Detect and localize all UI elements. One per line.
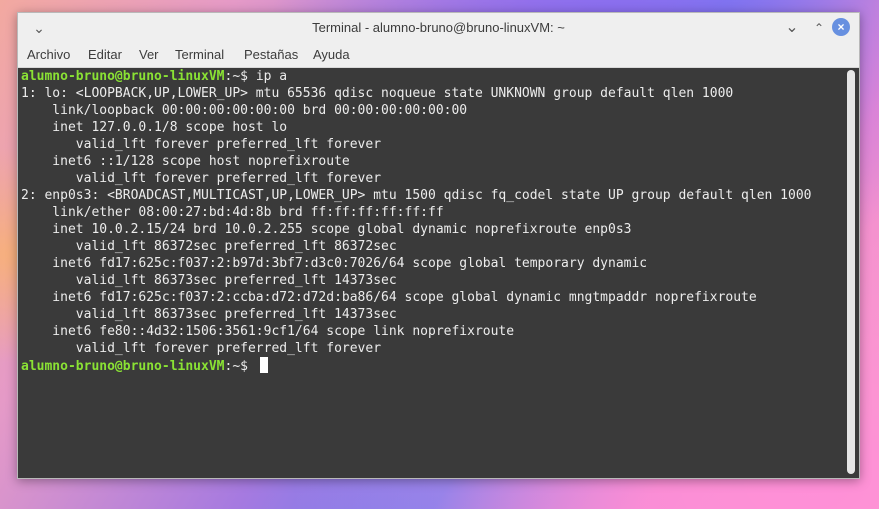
output-line: valid_lft 86373sec preferred_lft 14373se… xyxy=(21,273,397,288)
prompt-user-host: alumno-bruno@bruno-linuxVM xyxy=(21,359,225,374)
scrollbar[interactable] xyxy=(847,70,855,474)
output-line: inet 10.0.2.15/24 brd 10.0.2.255 scope g… xyxy=(21,222,632,237)
menu-bar: Archivo Editar Ver Terminal Pestañas Ayu… xyxy=(18,43,859,68)
output-line: 2: enp0s3: <BROADCAST,MULTICAST,UP,LOWER… xyxy=(21,188,812,203)
output-line: valid_lft forever preferred_lft forever xyxy=(21,171,382,186)
output-line: inet6 ::1/128 scope host noprefixroute xyxy=(21,154,350,169)
prompt-user-host: alumno-bruno@bruno-linuxVM xyxy=(21,69,225,84)
terminal-window: ⌄ Terminal - alumno-bruno@bruno-linuxVM:… xyxy=(17,12,860,479)
prompt-path: :~$ xyxy=(224,359,256,374)
terminal-area[interactable]: alumno-bruno@bruno-linuxVM:~$ ip a 1: lo… xyxy=(18,68,844,478)
command-line: alumno-bruno@bruno-linuxVM:~$ ip a xyxy=(21,68,287,85)
output-line: link/ether 08:00:27:bd:4d:8b brd ff:ff:f… xyxy=(21,205,444,220)
text-cursor xyxy=(259,357,268,373)
output-line: 1: lo: <LOOPBACK,UP,LOWER_UP> mtu 65536 … xyxy=(21,86,734,101)
output-line: link/loopback 00:00:00:00:00:00 brd 00:0… xyxy=(21,103,468,118)
output-line: inet 127.0.0.1/8 scope host lo xyxy=(21,120,288,135)
output-line: inet6 fe80::4d32:1506:3561:9cf1/64 scope… xyxy=(21,324,515,339)
menu-ayuda[interactable]: Ayuda xyxy=(313,43,350,67)
output-line: valid_lft forever preferred_lft forever xyxy=(21,341,382,356)
close-icon[interactable]: × xyxy=(832,18,850,36)
prompt-path: :~$ xyxy=(224,69,256,84)
menu-terminal[interactable]: Terminal xyxy=(175,43,224,67)
menu-ver[interactable]: Ver xyxy=(139,43,159,67)
minimize-icon[interactable]: ⌄ xyxy=(780,16,804,40)
output-line: valid_lft 86372sec preferred_lft 86372se… xyxy=(21,239,397,254)
command-text: ip a xyxy=(255,69,288,84)
title-bar[interactable]: ⌄ Terminal - alumno-bruno@bruno-linuxVM:… xyxy=(18,13,859,43)
menu-pestanas[interactable]: Pestañas xyxy=(244,43,298,67)
menu-editar[interactable]: Editar xyxy=(88,43,122,67)
window-title: Terminal - alumno-bruno@bruno-linuxVM: ~ xyxy=(312,20,565,35)
maximize-icon[interactable]: ⌃ xyxy=(807,16,831,40)
output-line: valid_lft 86373sec preferred_lft 14373se… xyxy=(21,307,397,322)
output-line: inet6 fd17:625c:f037:2:ccba:d72:d72d:ba8… xyxy=(21,290,757,305)
prompt-line: alumno-bruno@bruno-linuxVM:~$ xyxy=(21,357,268,374)
output-line: valid_lft forever preferred_lft forever xyxy=(21,137,382,152)
menu-archivo[interactable]: Archivo xyxy=(27,43,70,67)
output-line: inet6 fd17:625c:f037:2:b97d:3bf7:d3c0:70… xyxy=(21,256,648,271)
